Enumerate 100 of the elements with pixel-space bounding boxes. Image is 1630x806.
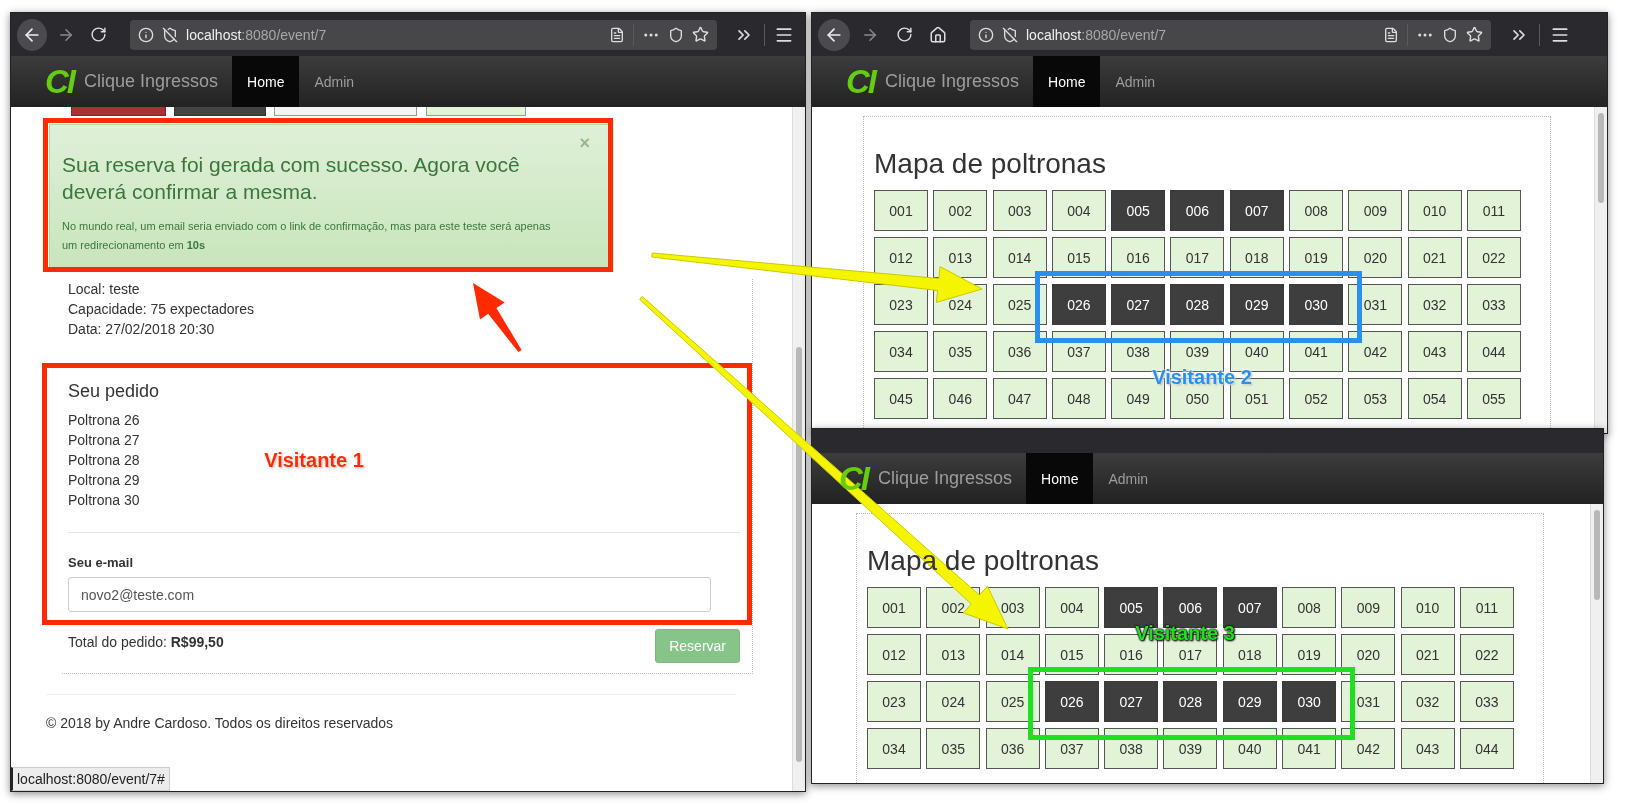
site-brand[interactable]: Clique Ingressos — [878, 468, 1013, 489]
seat-button[interactable]: 002 — [933, 190, 988, 231]
reload-icon[interactable] — [90, 26, 108, 43]
back-button[interactable] — [17, 18, 48, 51]
seat-button[interactable]: 029 — [1229, 284, 1284, 325]
seat-button[interactable]: 031 — [1348, 284, 1403, 325]
seat-button[interactable]: 024 — [926, 681, 981, 722]
seat-button[interactable]: 026 — [1051, 284, 1106, 325]
seat-button[interactable]: 023 — [874, 284, 928, 325]
seat-button[interactable]: 009 — [1348, 190, 1403, 231]
seat-button[interactable]: 025 — [985, 681, 1040, 722]
seat-button[interactable]: 001 — [874, 190, 928, 231]
seat-button[interactable]: 020 — [1341, 634, 1396, 675]
seat-button[interactable]: 004 — [1051, 190, 1106, 231]
seat-button[interactable]: 010 — [1400, 587, 1455, 628]
seat-button[interactable]: 007 — [1229, 190, 1284, 231]
site-logo[interactable]: CI — [45, 62, 74, 101]
seat-button[interactable]: 033 — [1459, 681, 1514, 722]
seat-button[interactable]: 042 — [1348, 331, 1403, 372]
seat-button[interactable]: 008 — [1282, 587, 1337, 628]
info-icon[interactable] — [138, 26, 155, 43]
seat-button[interactable]: 042 — [1341, 728, 1396, 769]
seat-button[interactable]: 048 — [1051, 378, 1106, 419]
seat-button[interactable]: 044 — [1459, 728, 1514, 769]
reader-icon[interactable] — [609, 26, 626, 43]
reader-icon[interactable] — [1383, 26, 1399, 43]
seat-button[interactable]: 055 — [1466, 378, 1521, 419]
nav-tab[interactable]: Admin — [299, 56, 370, 107]
seat-button[interactable]: 026 — [1044, 681, 1099, 722]
seat-button[interactable]: 014 — [985, 634, 1040, 675]
seat-button[interactable]: 031 — [1341, 681, 1396, 722]
seat-button[interactable]: 041 — [1282, 728, 1337, 769]
seat-button[interactable]: 012 — [874, 237, 928, 278]
scrollbar[interactable] — [792, 107, 805, 791]
seat-button[interactable]: 011 — [1466, 190, 1521, 231]
home-icon[interactable] — [929, 25, 947, 44]
scrollbar[interactable] — [1590, 504, 1603, 783]
site-brand[interactable]: Clique Ingressos — [84, 71, 219, 92]
address-bar[interactable]: localhost:8080/event/7 — [130, 19, 718, 50]
seat-button[interactable]: 054 — [1407, 378, 1462, 419]
seat-button[interactable]: 027 — [1104, 681, 1159, 722]
seat-button[interactable]: 022 — [1459, 634, 1514, 675]
seat-button[interactable]: 030 — [1289, 284, 1344, 325]
nav-tab[interactable]: Home — [232, 56, 300, 107]
seat-button[interactable]: 033 — [1466, 284, 1521, 325]
seat-button[interactable]: 045 — [874, 378, 928, 419]
email-field[interactable]: novo2@teste.com — [68, 577, 711, 612]
seat-button[interactable]: 004 — [1044, 587, 1099, 628]
seat-button[interactable]: 028 — [1163, 681, 1218, 722]
nav-tab[interactable]: Home — [1033, 56, 1101, 107]
shield-icon[interactable] — [1442, 26, 1458, 43]
star-icon[interactable] — [692, 26, 710, 43]
seat-button[interactable]: 005 — [1111, 190, 1166, 231]
seat-button[interactable]: 043 — [1400, 728, 1455, 769]
seat-button[interactable]: 052 — [1289, 378, 1344, 419]
seat-button[interactable]: 020 — [1348, 237, 1403, 278]
seat-button[interactable]: 023 — [867, 681, 921, 722]
site-brand[interactable]: Clique Ingressos — [885, 71, 1020, 92]
seat-button[interactable]: 010 — [1407, 190, 1462, 231]
seat-button[interactable]: 043 — [1407, 331, 1462, 372]
shield-off-icon[interactable] — [162, 26, 179, 43]
seat-button[interactable]: 035 — [926, 728, 981, 769]
seat-button[interactable]: 021 — [1400, 634, 1455, 675]
seat-button[interactable]: 037 — [1044, 728, 1099, 769]
seat-button[interactable]: 027 — [1111, 284, 1166, 325]
reload-icon[interactable] — [895, 26, 913, 43]
seat-button[interactable]: 019 — [1282, 634, 1337, 675]
seat-button[interactable]: 013 — [926, 634, 981, 675]
seat-button[interactable]: 032 — [1407, 284, 1462, 325]
seat-button[interactable]: 034 — [874, 331, 928, 372]
seat-button[interactable]: 012 — [867, 634, 921, 675]
seat-button[interactable]: 029 — [1222, 681, 1277, 722]
seat-button[interactable]: 013 — [933, 237, 988, 278]
seat-button[interactable]: 044 — [1466, 331, 1521, 372]
seat-button[interactable]: 030 — [1282, 681, 1337, 722]
seat-button[interactable]: 022 — [1466, 237, 1521, 278]
seat-button[interactable]: 009 — [1341, 587, 1396, 628]
seat-button[interactable]: 021 — [1407, 237, 1462, 278]
nav-tab[interactable]: Admin — [1100, 56, 1171, 107]
seat-button[interactable]: 035 — [933, 331, 988, 372]
seat-button[interactable]: 041 — [1289, 331, 1344, 372]
seat-button[interactable]: 006 — [1170, 190, 1225, 231]
seat-button[interactable]: 034 — [867, 728, 921, 769]
seat-button[interactable]: 014 — [992, 237, 1047, 278]
nav-tab[interactable]: Admin — [1093, 453, 1164, 504]
seat-button[interactable]: 028 — [1170, 284, 1225, 325]
seat-button[interactable]: 025 — [992, 284, 1047, 325]
shield-off-icon[interactable] — [1002, 26, 1018, 43]
seat-button[interactable]: 015 — [1044, 634, 1099, 675]
back-button[interactable] — [818, 18, 850, 51]
seat-button[interactable]: 047 — [992, 378, 1047, 419]
seat-button[interactable]: 008 — [1289, 190, 1344, 231]
seat-button[interactable]: 036 — [985, 728, 1040, 769]
seat-button[interactable]: 037 — [1051, 331, 1106, 372]
seat-button[interactable]: 038 — [1104, 728, 1159, 769]
info-icon[interactable] — [978, 26, 994, 43]
seat-button[interactable]: 032 — [1400, 681, 1455, 722]
shield-icon[interactable] — [668, 26, 685, 43]
scrollbar[interactable] — [1594, 107, 1607, 433]
cut-button[interactable] — [274, 107, 417, 116]
